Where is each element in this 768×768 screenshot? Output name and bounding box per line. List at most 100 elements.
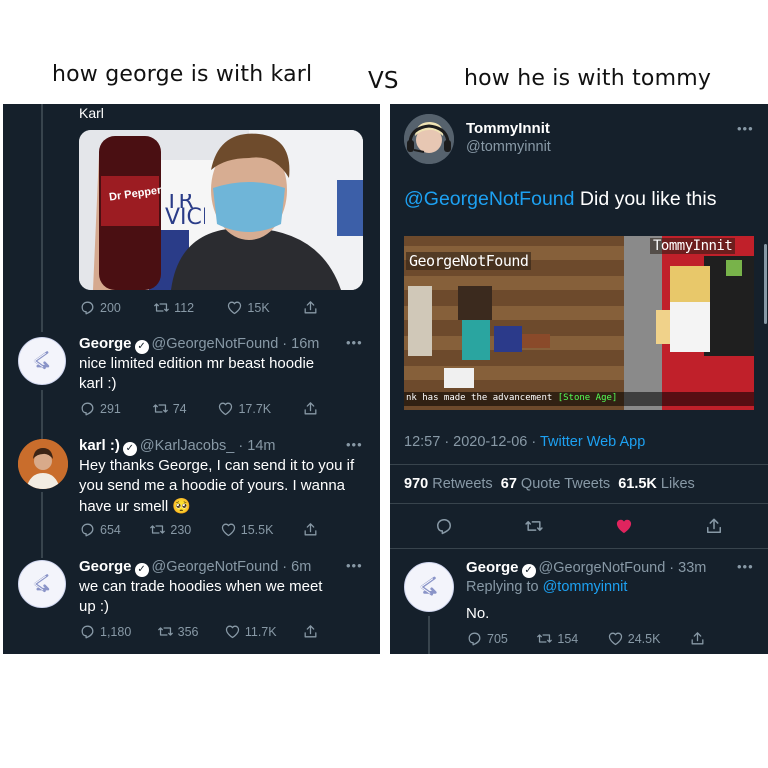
author-name[interactable]: George — [79, 558, 132, 575]
caption-left: how george is with karl — [52, 62, 313, 87]
thread-line — [41, 492, 43, 558]
reply-count: 1,180 — [100, 624, 132, 639]
retweet-button[interactable]: 230 — [149, 521, 191, 538]
tweet-photo[interactable]: Dr Pepper TR VICE — [79, 130, 363, 290]
avatar[interactable] — [18, 337, 66, 385]
more-icon[interactable]: ••• — [737, 559, 754, 574]
retweets-label: Retweets — [432, 476, 493, 492]
retweet-count: 230 — [170, 522, 192, 537]
author-handle[interactable]: @KarlJacobs_ — [140, 438, 235, 454]
retweets-count: 970 — [404, 476, 429, 492]
reply-count: 705 — [487, 631, 508, 646]
quotes-stat[interactable]: 67 Quote Tweets — [501, 476, 610, 492]
retweet-button[interactable]: 112 — [153, 299, 194, 316]
tweet-text-line: up :) — [79, 598, 110, 615]
tweet-photo[interactable]: GeorgeNotFound TommyInnit nk has made th… — [404, 236, 754, 410]
avatar[interactable] — [18, 560, 66, 608]
replying-to: Replying to @tommyinnit — [466, 579, 627, 595]
likes-label: Likes — [660, 476, 695, 492]
retweet-icon — [152, 400, 169, 417]
reply-count: 291 — [100, 401, 121, 416]
tweet-time[interactable]: 6m — [291, 559, 311, 575]
tweet-time[interactable]: 14m — [247, 438, 275, 454]
author-handle[interactable]: @GeorgeNotFound — [152, 559, 279, 575]
reply-button[interactable]: 200 — [79, 299, 121, 316]
replying-to-label: Replying to — [466, 579, 543, 595]
retweet-button[interactable] — [524, 516, 544, 536]
retweet-button[interactable]: 154 — [536, 630, 578, 647]
player-nametag-george: GeorgeNotFound — [406, 252, 532, 270]
likes-count: 61.5K — [618, 476, 657, 492]
avatar[interactable] — [404, 114, 454, 164]
like-button[interactable]: 24.5K — [607, 630, 660, 647]
author-handle[interactable]: @GeorgeNotFound — [152, 336, 279, 352]
scrollbar[interactable] — [764, 244, 767, 324]
source-app-link[interactable]: Twitter Web App — [540, 434, 645, 450]
retweet-button[interactable]: 356 — [157, 623, 199, 640]
tweet-text-line: we can trade hoodies when we meet — [79, 578, 323, 595]
tweet-text-line: karl :) — [79, 375, 117, 392]
left-screenshot-panel: Karl Dr Pepper TR VICE 200 112 15K Georg… — [3, 104, 380, 654]
author-name[interactable]: George — [466, 559, 519, 576]
like-button[interactable]: 17.7K — [217, 400, 271, 417]
reply-button[interactable]: 654 — [79, 521, 121, 538]
avatar-photo — [404, 114, 454, 164]
thread-line — [428, 616, 430, 654]
like-button[interactable]: 11.7K — [224, 623, 277, 640]
avatar[interactable] — [18, 439, 68, 489]
mention-link[interactable]: @GeorgeNotFound — [404, 188, 574, 210]
share-button[interactable] — [302, 623, 319, 640]
tweet-author-name[interactable]: Karl — [79, 105, 104, 121]
like-icon — [220, 521, 237, 538]
retweets-stat[interactable]: 970 Retweets — [404, 476, 493, 492]
share-icon — [689, 630, 706, 647]
more-icon[interactable]: ••• — [346, 437, 363, 452]
chat-text: nk has made the advancement — [406, 393, 558, 403]
tweet-text-line: nice limited edition mr beast hoodie — [79, 355, 315, 372]
author-handle[interactable]: @tommyinnit — [466, 139, 551, 155]
likes-stat[interactable]: 61.5K Likes — [618, 476, 695, 492]
like-count: 17.7K — [238, 401, 272, 416]
replying-to-link[interactable]: @tommyinnit — [543, 579, 628, 595]
reply-icon — [434, 516, 454, 536]
share-button[interactable] — [302, 521, 319, 538]
tweet-timestamp: 12:57 · 2020-12-06 · Twitter Web App — [404, 434, 645, 450]
avatar-photo — [18, 439, 68, 489]
share-button[interactable] — [704, 516, 724, 536]
retweet-button[interactable]: 74 — [152, 400, 187, 417]
share-button[interactable] — [689, 630, 706, 647]
chat-advancement: [Stone Age] — [557, 393, 618, 403]
share-button[interactable] — [302, 299, 319, 316]
tweet-text-line: you send me a hoodie of yours. I wanna — [79, 477, 346, 494]
tweet-time[interactable]: 33m — [678, 560, 706, 576]
like-button[interactable]: 15K — [226, 299, 270, 316]
george-logo-icon — [411, 569, 447, 605]
reply-count: 654 — [100, 522, 121, 537]
more-icon[interactable]: ••• — [346, 558, 363, 573]
like-button[interactable] — [614, 516, 634, 536]
more-icon[interactable]: ••• — [346, 335, 363, 350]
share-button[interactable] — [302, 400, 319, 417]
tweet-text-body: Did you like this — [574, 188, 717, 210]
main-tweet-actions — [434, 516, 724, 536]
author-name[interactable]: TommyInnit — [466, 120, 550, 137]
tweet-actions: 291 74 17.7K — [79, 400, 319, 417]
avatar[interactable] — [404, 562, 454, 612]
verified-icon: ✓ — [122, 442, 137, 456]
retweet-icon — [157, 623, 174, 640]
more-icon[interactable]: ••• — [737, 121, 754, 136]
share-icon — [302, 623, 319, 640]
photo-illustration — [79, 130, 363, 290]
like-button[interactable]: 15.5K — [220, 521, 273, 538]
reply-button[interactable]: 291 — [79, 400, 121, 417]
pleading-face-emoji: 🥺 — [172, 497, 192, 515]
author-name[interactable]: karl :) — [79, 437, 120, 454]
tweet-time[interactable]: 16m — [291, 336, 319, 352]
reply-button[interactable]: 705 — [466, 630, 508, 647]
reply-button[interactable]: 1,180 — [79, 623, 131, 640]
author-name[interactable]: George — [79, 335, 132, 352]
author-handle[interactable]: @GeorgeNotFound — [539, 560, 666, 576]
reply-button[interactable] — [434, 516, 454, 536]
george-logo-icon — [25, 567, 59, 601]
reply-icon — [79, 623, 96, 640]
